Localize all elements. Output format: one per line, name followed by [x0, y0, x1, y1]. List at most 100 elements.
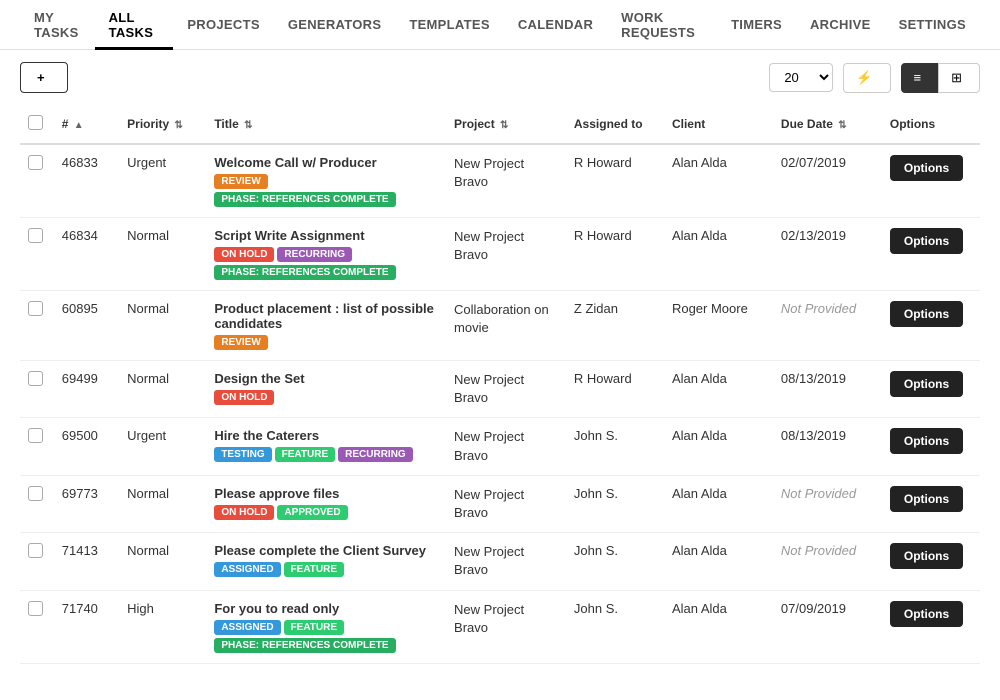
task-priority: Urgent: [119, 418, 206, 475]
sort-icon-project: ⇅: [500, 120, 508, 131]
col-header-assigned: Assigned to: [566, 105, 664, 144]
task-tag-review: REVIEW: [214, 335, 267, 350]
options-button[interactable]: Options: [890, 371, 963, 397]
task-options-cell: Options: [882, 533, 980, 590]
task-project: New Project Bravo: [446, 361, 566, 418]
sort-icon-num: ▲: [74, 120, 84, 131]
table-row: 71740HighFor you to read onlyASSIGNEDFEA…: [20, 590, 980, 663]
not-provided-label: Not Provided: [781, 543, 856, 558]
task-id: 71413: [54, 533, 119, 590]
task-due-date: Not Provided: [773, 475, 882, 532]
row-checkbox[interactable]: [28, 228, 43, 243]
task-due-date: 08/13/2019: [773, 418, 882, 475]
task-due-date: 02/07/2019: [773, 144, 882, 218]
filter-icon: ⚡: [856, 70, 872, 86]
sort-icon-due: ⇅: [838, 120, 846, 131]
row-checkbox[interactable]: [28, 601, 43, 616]
view-toggle: ≡ ⊞: [901, 63, 981, 93]
task-title: For you to read only: [214, 601, 438, 616]
select-all-checkbox[interactable]: [28, 115, 43, 130]
filter-button[interactable]: ⚡: [843, 63, 890, 93]
table-row: 69499NormalDesign the SetON HOLDNew Proj…: [20, 361, 980, 418]
nav-item-all-tasks[interactable]: ALL TASKS: [95, 0, 174, 50]
options-button[interactable]: Options: [890, 228, 963, 254]
col-header-project[interactable]: Project ⇅: [446, 105, 566, 144]
nav-item-archive[interactable]: ARCHIVE: [796, 0, 885, 50]
row-checkbox[interactable]: [28, 543, 43, 558]
task-id: 46834: [54, 218, 119, 291]
task-options-cell: Options: [882, 361, 980, 418]
add-task-button[interactable]: +: [20, 62, 68, 93]
plus-icon: +: [37, 70, 45, 85]
task-project: New Project Bravo: [446, 418, 566, 475]
row-checkbox[interactable]: [28, 155, 43, 170]
sort-icon-title: ⇅: [244, 120, 252, 131]
task-tag-feature: FEATURE: [284, 620, 344, 635]
task-due-date: Not Provided: [773, 533, 882, 590]
task-table: # ▲ Priority ⇅ Title ⇅ Project ⇅ Assigne…: [20, 105, 980, 664]
nav-item-my-tasks[interactable]: MY TASKS: [20, 0, 95, 50]
col-header-options: Options: [882, 105, 980, 144]
task-tag-recurring: RECURRING: [277, 247, 352, 262]
options-button[interactable]: Options: [890, 601, 963, 627]
task-due-date: 07/09/2019: [773, 590, 882, 663]
task-assigned-to: R Howard: [566, 361, 664, 418]
task-priority: High: [119, 590, 206, 663]
row-checkbox[interactable]: [28, 371, 43, 386]
task-title: Product placement : list of possible can…: [214, 301, 438, 331]
nav-item-projects[interactable]: PROJECTS: [173, 0, 273, 50]
nav-item-timers[interactable]: TIMERS: [717, 0, 796, 50]
task-tags: ASSIGNED FEATURE PHASE: REFERENCES COMPLET…: [214, 620, 438, 653]
list-icon: ≡: [914, 70, 922, 85]
task-tag-phase-ref: PHASE: REFERENCES COMPLETE: [214, 265, 395, 280]
task-priority: Urgent: [119, 144, 206, 218]
per-page-select[interactable]: 20 50 100: [769, 63, 833, 92]
task-tag-assigned: ASSIGNED: [214, 562, 280, 577]
row-checkbox[interactable]: [28, 486, 43, 501]
task-client: Alan Alda: [664, 361, 773, 418]
task-client: Alan Alda: [664, 144, 773, 218]
options-button[interactable]: Options: [890, 543, 963, 569]
col-header-title[interactable]: Title ⇅: [206, 105, 446, 144]
col-header-num[interactable]: # ▲: [54, 105, 119, 144]
task-tag-approved: APPROVED: [277, 505, 347, 520]
task-project: New Project Bravo: [446, 533, 566, 590]
task-tag-on-hold: ON HOLD: [214, 247, 274, 262]
task-options-cell: Options: [882, 590, 980, 663]
row-checkbox[interactable]: [28, 428, 43, 443]
options-button[interactable]: Options: [890, 428, 963, 454]
task-client: Alan Alda: [664, 533, 773, 590]
col-header-priority[interactable]: Priority ⇅: [119, 105, 206, 144]
options-button[interactable]: Options: [890, 301, 963, 327]
list-view-button[interactable]: ≡: [901, 63, 940, 93]
col-header-due[interactable]: Due Date ⇅: [773, 105, 882, 144]
task-id: 69500: [54, 418, 119, 475]
task-title-cell: Script Write AssignmentON HOLDRECURRINGP…: [206, 218, 446, 291]
task-tag-review: REVIEW: [214, 174, 267, 189]
nav-item-work-requests[interactable]: WORK REQUESTS: [607, 0, 717, 50]
options-button[interactable]: Options: [890, 155, 963, 181]
task-options-cell: Options: [882, 144, 980, 218]
task-project: Collaboration on movie: [446, 291, 566, 361]
table-row: 69500UrgentHire the CaterersTESTINGFEATU…: [20, 418, 980, 475]
nav-item-calendar[interactable]: CALENDAR: [504, 0, 607, 50]
task-assigned-to: John S.: [566, 418, 664, 475]
task-title-cell: Welcome Call w/ ProducerREVIEWPHASE: REF…: [206, 144, 446, 218]
task-id: 46833: [54, 144, 119, 218]
nav-item-settings[interactable]: SETTINGS: [885, 0, 980, 50]
table-row: 69773NormalPlease approve filesON HOLDAP…: [20, 475, 980, 532]
task-id: 69499: [54, 361, 119, 418]
nav-item-templates[interactable]: TEMPLATES: [395, 0, 503, 50]
task-title: Hire the Caterers: [214, 428, 438, 443]
task-due-date: 08/13/2019: [773, 361, 882, 418]
card-view-button[interactable]: ⊞: [938, 63, 980, 93]
options-button[interactable]: Options: [890, 486, 963, 512]
nav-item-generators[interactable]: GENERATORS: [274, 0, 396, 50]
task-tag-assigned: ASSIGNED: [214, 620, 280, 635]
table-row: 46833UrgentWelcome Call w/ ProducerREVIE…: [20, 144, 980, 218]
task-tag-phase-ref: PHASE: REFERENCES COMPLETE: [214, 638, 395, 653]
row-checkbox[interactable]: [28, 301, 43, 316]
task-id: 60895: [54, 291, 119, 361]
task-due-date: Not Provided: [773, 291, 882, 361]
task-client: Alan Alda: [664, 475, 773, 532]
